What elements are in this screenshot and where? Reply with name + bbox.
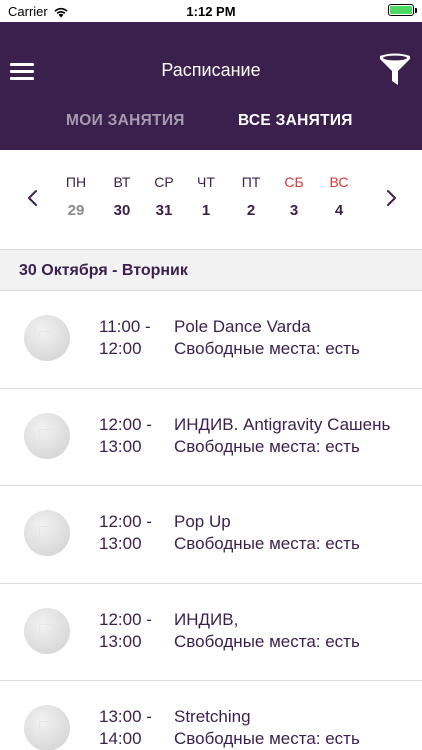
class-row[interactable]: 12:00 - 13:00 ИНДИВ, Свободные места: ес…: [0, 584, 422, 681]
day-date: 31: [155, 202, 173, 219]
tab-bar: МОИ ЗАНЯТИЯ ВСЕ ЗАНЯТИЯ: [0, 112, 422, 140]
day-name: СБ: [284, 174, 304, 190]
day-name: СР: [154, 174, 174, 190]
class-end-time: 14:00: [99, 729, 142, 748]
day-sun[interactable]: ВС 4: [319, 174, 359, 219]
status-bar: Carrier 1:12 PM: [0, 0, 422, 22]
battery-icon: [388, 4, 417, 16]
class-seats: Свободные места: есть: [174, 339, 360, 358]
class-end-time: 12:00: [99, 339, 142, 358]
class-image-placeholder-icon: [24, 510, 70, 556]
class-row[interactable]: 13:00 - 14:00 Stretching Свободные места…: [0, 681, 422, 750]
class-end-time: 13:00: [99, 436, 142, 456]
date-section-header: 30 Октября - Вторник: [0, 249, 422, 291]
day-tue[interactable]: ВТ 30: [102, 174, 142, 219]
class-row[interactable]: 11:00 - 12:00 Pole Dance Varda Свободные…: [0, 291, 422, 389]
class-end-time: 13:00: [99, 631, 142, 651]
class-name: Pole Dance Varda: [174, 317, 311, 336]
class-image-placeholder-icon: [24, 315, 70, 361]
chevron-right-icon[interactable]: [381, 188, 401, 208]
day-date: 29: [67, 202, 85, 219]
class-image-placeholder-icon: [24, 607, 70, 654]
week-selector: ПН 29 ВТ 30 СР 31 ЧТ 1 ПТ 2 СБ 3 ВС 4: [0, 150, 422, 248]
class-seats: Свободные места: есть: [174, 436, 360, 456]
day-wed[interactable]: СР 31: [144, 174, 184, 219]
class-start-time: 12:00 -: [99, 609, 152, 629]
date-section-label: 30 Октября - Вторник: [19, 262, 188, 279]
day-fri[interactable]: ПТ 2: [231, 174, 271, 219]
day-name: ПТ: [241, 174, 261, 190]
tab-all-classes[interactable]: ВСЕ ЗАНЯТИЯ: [238, 112, 353, 130]
day-date: 1: [201, 202, 211, 219]
day-name: ВТ: [113, 174, 131, 190]
class-row[interactable]: 12:00 - 13:00 ИНДИВ. Antigravity Сашень …: [0, 389, 422, 486]
filter-icon[interactable]: [378, 52, 412, 88]
class-start-time: 11:00 -: [99, 317, 151, 336]
day-date: 4: [334, 202, 344, 219]
day-name: ВС: [329, 174, 349, 190]
day-date: 3: [289, 202, 299, 219]
class-start-time: 13:00 -: [99, 707, 152, 726]
class-list: 11:00 - 12:00 Pole Dance Varda Свободные…: [0, 291, 422, 750]
day-name: ПН: [65, 174, 87, 190]
status-right: [388, 4, 417, 16]
day-date: 2: [246, 202, 256, 219]
class-seats: Свободные места: есть: [174, 534, 360, 553]
class-seats: Свободные места: есть: [174, 631, 360, 651]
class-name: Stretching: [174, 707, 251, 726]
chevron-left-icon[interactable]: [23, 188, 43, 208]
day-sat[interactable]: СБ 3: [274, 174, 314, 219]
page-title: Расписание: [161, 60, 261, 80]
tab-my-classes[interactable]: МОИ ЗАНЯТИЯ: [66, 112, 185, 130]
day-mon[interactable]: ПН 29: [56, 174, 96, 219]
status-time: 1:12 PM: [186, 4, 236, 19]
class-name: Pop Up: [174, 512, 231, 531]
app-header: Расписание МОИ ЗАНЯТИЯ ВСЕ ЗАНЯТИЯ: [0, 22, 422, 150]
class-seats: Свободные места: есть: [174, 729, 360, 748]
class-name: ИНДИВ. Antigravity Сашень: [174, 414, 391, 434]
class-image-placeholder-icon: [24, 412, 70, 459]
class-start-time: 12:00 -: [99, 512, 152, 531]
class-start-time: 12:00 -: [99, 414, 152, 434]
class-name: ИНДИВ,: [174, 609, 239, 629]
class-image-placeholder-icon: [24, 705, 70, 750]
day-name: ЧТ: [197, 174, 215, 190]
class-end-time: 13:00: [99, 534, 142, 553]
day-thu[interactable]: ЧТ 1: [186, 174, 226, 219]
class-row[interactable]: 12:00 - 13:00 Pop Up Свободные места: ес…: [0, 486, 422, 584]
day-date: 30: [113, 202, 131, 219]
